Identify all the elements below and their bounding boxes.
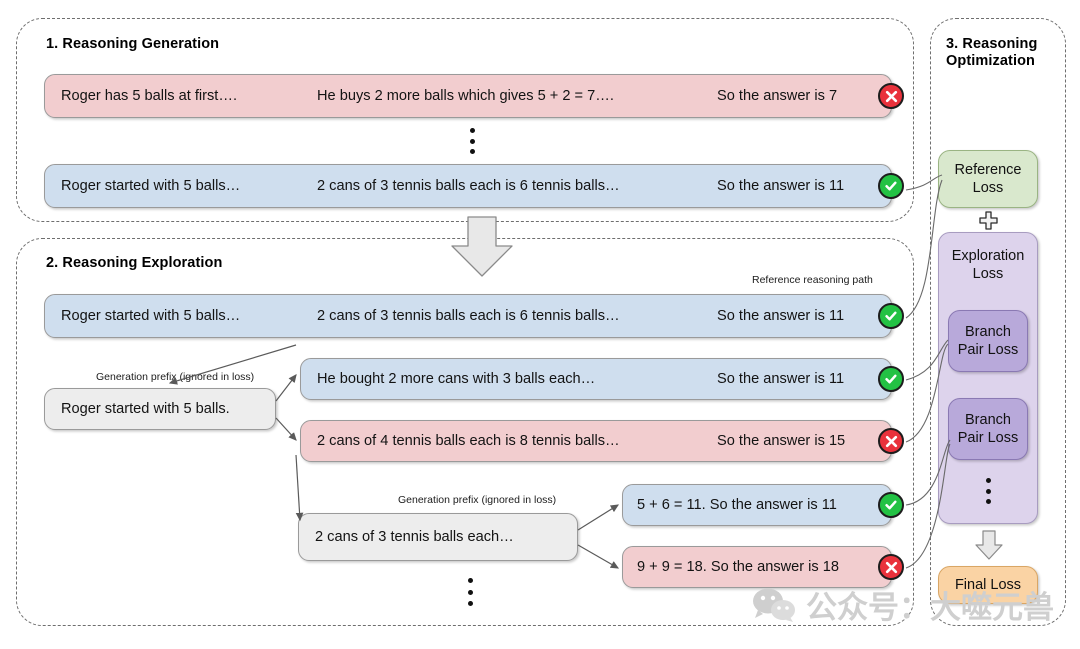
generation-row-incorrect[interactable]: Roger has 5 balls at first…. He buys 2 m… <box>44 74 892 118</box>
branch-pair-loss-box-1[interactable]: Branch Pair Loss <box>948 310 1028 372</box>
branch-pair-ellipsis <box>986 478 991 504</box>
cross-icon <box>885 90 897 102</box>
cross-icon <box>885 561 897 573</box>
exploration-reference-row[interactable]: Roger started with 5 balls… 2 cans of 3 … <box>44 294 892 338</box>
generation-row-2-step1: Roger started with 5 balls… <box>61 178 241 194</box>
exploration-reference-step1: Roger started with 5 balls… <box>61 308 241 324</box>
check-icon <box>885 500 897 510</box>
generation-row-correct[interactable]: Roger started with 5 balls… 2 cans of 3 … <box>44 164 892 208</box>
generation-row-1-step1: Roger has 5 balls at first…. <box>61 88 238 104</box>
generation-row-1-step2: He buys 2 more balls which gives 5 + 2 =… <box>317 88 614 104</box>
status-badge-incorrect <box>878 554 904 580</box>
branch-row-2b[interactable]: 9 + 9 = 18. So the answer is 18 <box>622 546 892 588</box>
flow-down-arrow <box>451 216 513 277</box>
branch-1b-step1: 2 cans of 4 tennis balls each is 8 tenni… <box>317 433 620 449</box>
exploration-reference-step2: 2 cans of 3 tennis balls each is 6 tenni… <box>317 308 620 324</box>
caption-generation-prefix-2: Generation prefix (ignored in loss) <box>398 494 557 506</box>
branch-2a-text: 5 + 6 = 11. So the answer is 11 <box>637 497 837 513</box>
final-loss-box[interactable]: Final Loss <box>938 566 1038 604</box>
branch-pair-loss-box-2[interactable]: Branch Pair Loss <box>948 398 1028 460</box>
branch-row-2a[interactable]: 5 + 6 = 11. So the answer is 11 <box>622 484 892 526</box>
diagram-canvas: 1. Reasoning Generation 2. Reasoning Exp… <box>0 0 1080 649</box>
section1-title: 1. Reasoning Generation <box>46 36 220 52</box>
plus-icon <box>979 211 998 230</box>
optimization-down-arrow <box>975 530 1003 560</box>
branch-row-1a[interactable]: He bought 2 more cans with 3 balls each…… <box>300 358 892 400</box>
exploration-reference-answer: So the answer is 11 <box>717 308 845 324</box>
caption-reference-path: Reference reasoning path <box>752 274 873 286</box>
generation-prefix-2[interactable]: 2 cans of 3 tennis balls each… <box>298 513 578 561</box>
generation-row-2-step2: 2 cans of 3 tennis balls each is 6 tenni… <box>317 178 620 194</box>
status-badge-correct <box>878 303 904 329</box>
generation-row-2-answer: So the answer is 11 <box>717 178 845 194</box>
generation-ellipsis <box>470 128 475 154</box>
check-icon <box>885 374 897 384</box>
branch-1a-step1: He bought 2 more cans with 3 balls each… <box>317 371 596 387</box>
generation-prefix-1-text: Roger started with 5 balls. <box>61 401 230 417</box>
check-icon <box>885 181 897 191</box>
branch-2b-text: 9 + 9 = 18. So the answer is 18 <box>637 559 840 575</box>
generation-prefix-2-text: 2 cans of 3 tennis balls each… <box>315 529 514 545</box>
section3-title: 3. Reasoning Optimization <box>946 36 1038 69</box>
check-icon <box>885 311 897 321</box>
exploration-ellipsis <box>468 578 473 606</box>
generation-row-1-answer: So the answer is 7 <box>717 88 838 104</box>
status-badge-correct <box>878 366 904 392</box>
cross-icon <box>885 435 897 447</box>
generation-prefix-1[interactable]: Roger started with 5 balls. <box>44 388 276 430</box>
exploration-loss-label: Exploration Loss <box>951 248 1025 282</box>
section2-title: 2. Reasoning Exploration <box>46 255 223 271</box>
status-badge-correct <box>878 173 904 199</box>
status-badge-incorrect <box>878 428 904 454</box>
caption-generation-prefix-1: Generation prefix (ignored in loss) <box>96 371 255 383</box>
reference-loss-box[interactable]: Reference Loss <box>938 150 1038 208</box>
status-badge-incorrect <box>878 83 904 109</box>
branch-row-1b[interactable]: 2 cans of 4 tennis balls each is 8 tenni… <box>300 420 892 462</box>
branch-1b-answer: So the answer is 15 <box>717 433 846 449</box>
branch-1a-answer: So the answer is 11 <box>717 371 845 387</box>
status-badge-correct <box>878 492 904 518</box>
